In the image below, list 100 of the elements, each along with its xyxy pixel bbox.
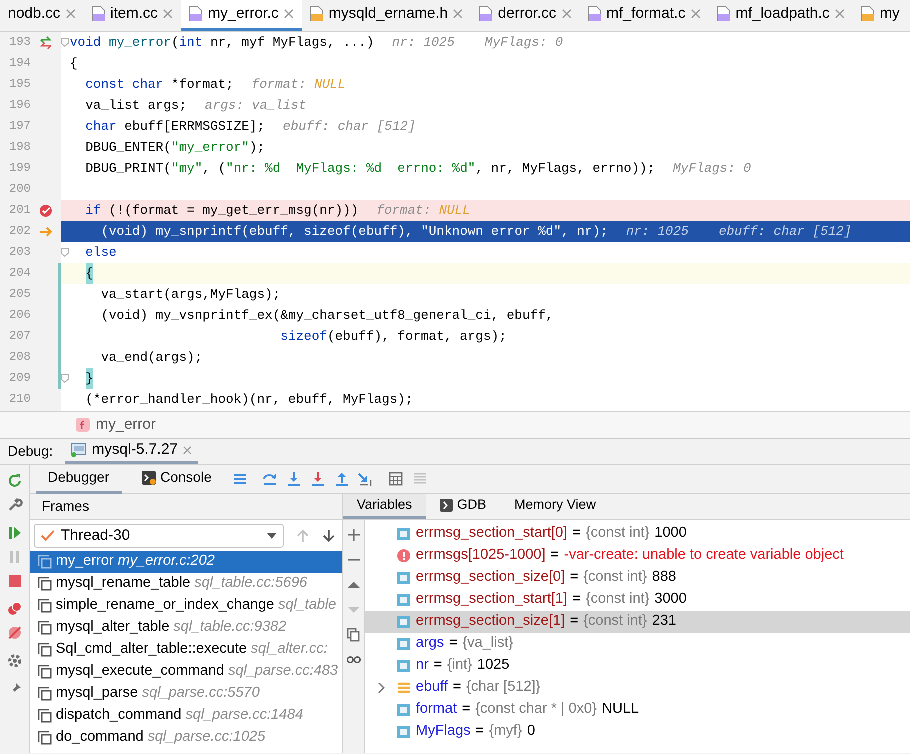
close-icon[interactable] bbox=[66, 9, 76, 19]
code-text: va_end(args); bbox=[101, 349, 203, 367]
run-to-cursor-icon[interactable] bbox=[358, 471, 374, 487]
step-out-icon[interactable] bbox=[334, 471, 350, 487]
file-tab[interactable]: my_error.c bbox=[181, 0, 302, 31]
variable-row[interactable]: MyFlags = {myf} 0 bbox=[365, 721, 910, 743]
frame-row[interactable]: mysql_rename_table sql_table.cc:5696 bbox=[30, 573, 342, 595]
panel-title: Frames bbox=[42, 497, 90, 516]
close-icon[interactable] bbox=[163, 9, 174, 19]
variable-name: errmsg_section_start[1] bbox=[416, 590, 568, 610]
inline-hint-label: format: bbox=[252, 77, 306, 92]
wrench-icon[interactable] bbox=[6, 497, 22, 513]
up-arrow-icon[interactable] bbox=[296, 528, 310, 542]
line-number: 210 bbox=[8, 391, 32, 408]
code-text: (*error_handler_hook)(nr, ebuff, MyFlags); bbox=[86, 391, 414, 409]
variable-row[interactable]: errmsg_section_start[0] = {const int} 1000 bbox=[365, 523, 910, 545]
file-tab[interactable]: my bbox=[852, 0, 908, 31]
file-tab[interactable]: mf_loadpath.c bbox=[708, 0, 853, 31]
close-icon[interactable] bbox=[834, 9, 845, 19]
code-text: ); bbox=[249, 139, 266, 157]
file-tab[interactable]: mysqld_ername.h bbox=[302, 0, 472, 31]
file-tab[interactable]: mf_format.c bbox=[580, 0, 709, 31]
close-icon[interactable] bbox=[183, 446, 192, 454]
settings-icon[interactable] bbox=[6, 653, 22, 669]
inline-hint-label: ebuff: bbox=[283, 119, 330, 134]
equals-sign: = bbox=[449, 634, 458, 654]
frame-row[interactable]: do_command sql_parse.cc:1025 bbox=[30, 727, 342, 749]
add-icon[interactable] bbox=[346, 528, 360, 542]
variable-name: args bbox=[416, 634, 444, 654]
frame-row[interactable]: my_error my_error.c:202 bbox=[30, 551, 342, 573]
copy-icon[interactable] bbox=[346, 628, 360, 642]
file-tab[interactable]: item.cc bbox=[84, 0, 182, 31]
expand-caret-icon[interactable] bbox=[377, 683, 385, 693]
equals-sign: = bbox=[434, 656, 442, 676]
mute-breakpoints-icon[interactable] bbox=[6, 625, 22, 641]
code-text: if bbox=[86, 202, 102, 220]
calculator-icon[interactable] bbox=[388, 471, 404, 487]
rerun-icon[interactable] bbox=[6, 473, 22, 489]
panel-tab[interactable]: GDB bbox=[426, 494, 501, 519]
frame-icon bbox=[38, 731, 52, 745]
console-icon bbox=[142, 470, 156, 484]
function-icon bbox=[76, 418, 90, 432]
frame-icon bbox=[38, 577, 52, 591]
debugger-tab[interactable]: Console bbox=[130, 464, 224, 494]
session-tab[interactable]: mysql-5.7.27 bbox=[65, 439, 198, 464]
frame-row[interactable]: mysql_execute_command sql_parse.cc:483 bbox=[30, 661, 342, 683]
fold-icon[interactable] bbox=[61, 374, 69, 383]
variable-value: 888 bbox=[652, 568, 676, 588]
frame-icon bbox=[38, 665, 52, 679]
list-icon[interactable] bbox=[412, 471, 428, 487]
variable-row[interactable]: args = {va_list} bbox=[365, 633, 910, 655]
variable-value: 0 bbox=[527, 722, 536, 742]
variable-row[interactable]: ebuff = {char [512]} bbox=[365, 677, 910, 699]
stop-icon[interactable] bbox=[6, 573, 22, 589]
variable-type: {const int} bbox=[586, 590, 650, 610]
close-icon[interactable] bbox=[453, 9, 464, 19]
file-tab[interactable]: derror.cc bbox=[471, 0, 580, 31]
step-into-icon[interactable] bbox=[286, 471, 302, 487]
variable-row[interactable]: format = {const char * | 0x0} NULL bbox=[365, 699, 910, 721]
frame-icon bbox=[38, 709, 52, 723]
inline-hint-label: nr: bbox=[392, 35, 416, 50]
panel-tab[interactable]: Variables bbox=[343, 494, 426, 519]
inline-hint-value: NULL bbox=[314, 77, 346, 92]
fold-icon[interactable] bbox=[61, 38, 69, 47]
code-text: va_list args; bbox=[86, 97, 188, 115]
variable-row[interactable]: errmsg_section_size[0] = {const int} 888 bbox=[365, 567, 910, 589]
breakpoints-icon[interactable] bbox=[6, 601, 22, 617]
thread-dropdown[interactable]: Thread-30 bbox=[34, 524, 284, 548]
close-icon[interactable] bbox=[690, 9, 701, 19]
close-icon[interactable] bbox=[562, 9, 572, 19]
file-tab[interactable]: nodb.cc bbox=[0, 0, 84, 31]
down-arrow-icon[interactable] bbox=[322, 528, 336, 542]
frame-icon bbox=[38, 621, 52, 635]
inline-hint-value: 1025 bbox=[424, 35, 455, 50]
frame-row[interactable]: mysql_alter_table sql_table.cc:9382 bbox=[30, 617, 342, 639]
code-text: { bbox=[70, 55, 78, 73]
layout-icon[interactable] bbox=[232, 471, 248, 487]
force-step-into-icon[interactable] bbox=[310, 471, 326, 487]
resume-icon[interactable] bbox=[6, 525, 22, 541]
frame-row[interactable]: Sql_cmd_alter_table::execute sql_alter.cc: bbox=[30, 639, 342, 661]
debug-label: Debug: bbox=[8, 442, 54, 461]
step-arrows-icon[interactable] bbox=[39, 34, 53, 50]
variable-row[interactable]: errmsg_section_start[1] = {const int} 3000 bbox=[365, 589, 910, 611]
close-icon[interactable] bbox=[284, 9, 294, 19]
debugger-tab[interactable]: Debugger bbox=[36, 464, 122, 494]
line-number: 197 bbox=[8, 118, 32, 135]
frame-row[interactable]: dispatch_command sql_parse.cc:1484 bbox=[30, 705, 342, 727]
variable-row[interactable]: errmsg_section_size[1] = {const int} 231 bbox=[365, 611, 910, 633]
variable-type: {const int} bbox=[586, 524, 650, 544]
panel-tab[interactable]: Memory View bbox=[500, 494, 610, 519]
frame-row[interactable]: mysql_parse sql_parse.cc:5570 bbox=[30, 683, 342, 705]
check-icon bbox=[41, 530, 55, 542]
variable-type: {myf} bbox=[489, 722, 522, 742]
inline-hint-value: char [512] bbox=[774, 224, 852, 239]
breadcrumb-item[interactable]: my_error bbox=[96, 414, 156, 436]
frame-row[interactable]: simple_rename_or_index_change sql_table bbox=[30, 595, 342, 617]
breakpoint-icon[interactable] bbox=[39, 202, 53, 218]
fold-icon[interactable] bbox=[61, 248, 69, 257]
variable-row[interactable]: errmsgs[1025-1000] = -var-create: unable to create variable object bbox=[365, 545, 910, 567]
variable-row[interactable]: nr = {int} 1025 bbox=[365, 655, 910, 677]
